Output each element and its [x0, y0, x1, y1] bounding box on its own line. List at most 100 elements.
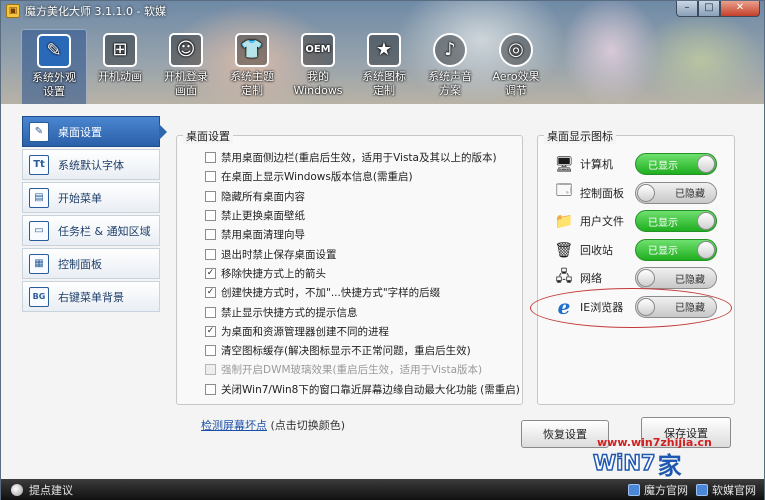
option-checkbox[interactable]: ✓	[205, 287, 216, 299]
app-logo-icon: ▣	[6, 4, 20, 18]
ie-highlight-circle	[530, 288, 732, 328]
title-bar: ▣ 魔方美化大师 3.1.1.0 - 软媒 – □ ✕	[1, 1, 764, 21]
feedback-label: 提点建议	[29, 484, 73, 497]
desktop-option[interactable]: ✓ 创建快捷方式时，不加"...快捷方式"字样的后缀	[205, 283, 522, 302]
aero-disc-icon: ◎	[499, 33, 533, 67]
maximize-button[interactable]: □	[698, 1, 720, 17]
feedback-link[interactable]: 提点建议	[11, 482, 73, 498]
desktop-option[interactable]: 隐藏所有桌面内容	[205, 187, 522, 206]
restore-settings-button[interactable]: 恢复设置	[521, 420, 609, 448]
minimize-button[interactable]: –	[676, 1, 698, 17]
option-checkbox[interactable]	[205, 171, 216, 183]
option-checkbox[interactable]	[205, 190, 216, 202]
option-checkbox[interactable]	[205, 306, 216, 318]
nav-login-screen[interactable]: ☺ 开机登录 画面	[153, 29, 219, 103]
option-checkbox[interactable]	[205, 345, 216, 357]
user-folder-icon: 📁	[554, 212, 574, 231]
icon-label: 控制面板	[580, 186, 624, 200]
link-label: 魔方官网	[644, 484, 688, 497]
desktop-option[interactable]: 退出时禁止保存桌面设置	[205, 244, 522, 263]
option-label: 隐藏所有桌面内容	[221, 190, 305, 203]
watermark-logo: WiN7 家	[592, 448, 743, 479]
brush-icon: ✎	[37, 34, 71, 68]
sidebar-item-label: 系统默认字体	[58, 158, 124, 172]
option-checkbox[interactable]	[205, 383, 216, 395]
nav-boot-animation[interactable]: ⊞ 开机动画	[87, 29, 153, 103]
toggle-knob	[697, 212, 715, 231]
nav-theme-custom[interactable]: 👕 系统主题 定制	[219, 29, 285, 103]
icon-label: 计算机	[580, 158, 613, 172]
top-nav: ✎ 系统外观 设置 ⊞ 开机动画 ☺ 开机登录 画面 👕 系统主题 定制 OEM…	[21, 29, 549, 104]
option-label: 退出时禁止保存桌面设置	[221, 248, 337, 261]
watermark-brand: WiN7	[592, 450, 656, 476]
sidebar-item-taskbar[interactable]: ▭ 任务栏 & 通知区域	[22, 215, 160, 246]
option-label: 创建快捷方式时，不加"...快捷方式"字样的后缀	[221, 287, 441, 300]
visibility-toggle[interactable]: 已显示	[635, 238, 717, 261]
nav-sound-scheme[interactable]: ♪ 系统声音 方案	[417, 29, 483, 103]
sidebar-item-label: 开始菜单	[58, 191, 102, 205]
app-window: ▣ 魔方美化大师 3.1.1.0 - 软媒 – □ ✕ ✎ 系统外观 设置 ⊞ …	[0, 0, 765, 500]
desktop-settings-icon: ✎	[29, 121, 49, 142]
desktop-option[interactable]: ✓ 为桌面和资源管理器创建不同的进程	[205, 322, 522, 341]
sidebar-item-label: 右键菜单背景	[58, 290, 124, 304]
option-checkbox[interactable]	[205, 229, 216, 241]
desktop-option[interactable]: 禁用桌面清理向导	[205, 225, 522, 244]
option-label: 为桌面和资源管理器创建不同的进程	[221, 325, 389, 338]
option-checkbox[interactable]: ✓	[205, 267, 216, 279]
lightbulb-icon	[11, 484, 23, 496]
toggle-state-label: 已隐藏	[675, 274, 705, 286]
nav-my-windows[interactable]: OEM 我的 Windows	[285, 29, 351, 103]
desktop-settings-group: 桌面设置 禁用桌面侧边栏(重启后生效，适用于Vista及其以上的版本) 在桌面上显…	[176, 128, 523, 405]
screen-dead-pixel-link[interactable]: 检测屏幕坏点	[201, 419, 267, 432]
desktop-option[interactable]: 禁用桌面侧边栏(重启后生效，适用于Vista及其以上的版本)	[205, 148, 522, 167]
option-label: 禁用桌面清理向导	[221, 229, 305, 242]
status-links: 魔方官网 软媒官网	[620, 482, 756, 498]
visibility-toggle[interactable]: 已隐藏	[635, 181, 717, 204]
desktop-option[interactable]: 在桌面上显示Windows版本信息(需重启)	[205, 167, 522, 186]
window-title: 魔方美化大师 3.1.1.0 - 软媒	[25, 5, 166, 18]
desktop-option[interactable]: 关闭Win7/Win8下的窗口靠近屏幕边缘自动最大化功能 (需重启)	[205, 380, 522, 399]
sidebar-item-desktop-settings[interactable]: ✎ 桌面设置	[22, 116, 167, 147]
link-hint: (点击切换颜色)	[270, 419, 346, 432]
desktop-icon-row: 🖥 计算机 已显示	[553, 150, 734, 179]
option-label: 清空图标缓存(解决图标显示不正常问题，重启后生效)	[221, 345, 471, 358]
sidebar-item-default-font[interactable]: Tt 系统默认字体	[22, 149, 160, 180]
visibility-toggle[interactable]: 已显示	[635, 210, 717, 233]
sidebar-item-context-menu[interactable]: BG 右键菜单背景	[22, 281, 160, 312]
nav-label: 系统图标 定制	[362, 70, 406, 97]
visibility-toggle[interactable]: 已显示	[635, 153, 717, 176]
toggle-knob	[637, 183, 655, 202]
option-checkbox[interactable]	[205, 210, 216, 222]
nav-label: 系统声音 方案	[428, 70, 472, 97]
option-checkbox[interactable]	[205, 152, 216, 164]
control-panel-icon: ▦	[29, 253, 49, 274]
desktop-option: 强制开启DWM玻璃效果(重启后生效，适用于Vista版本)	[205, 360, 522, 379]
desktop-option[interactable]: ✓ 移除快捷方式上的箭头	[205, 264, 522, 283]
context-menu-icon: BG	[29, 286, 49, 307]
visibility-toggle[interactable]: 已隐藏	[635, 267, 717, 290]
toggle-knob	[637, 269, 655, 288]
nav-aero-effect[interactable]: ◎ Aero效果 调节	[483, 29, 549, 103]
option-label: 强制开启DWM玻璃效果(重启后生效，适用于Vista版本)	[221, 364, 483, 377]
desktop-option[interactable]: 禁止更换桌面壁纸	[205, 206, 522, 225]
sidebar: ✎ 桌面设置 Tt 系统默认字体 ▤ 开始菜单 ▭ 任务栏 & 通知区域 ▦ 控…	[22, 116, 167, 314]
sidebar-item-start-menu[interactable]: ▤ 开始菜单	[22, 182, 160, 213]
desktop-option[interactable]: 清空图标缓存(解决图标显示不正常问题，重启后生效)	[205, 341, 522, 360]
nav-icon-custom[interactable]: ★ 系统图标 定制	[351, 29, 417, 103]
close-button[interactable]: ✕	[720, 1, 760, 17]
star-icon: ★	[367, 33, 401, 67]
desktop-option[interactable]: 禁止显示快捷方式的提示信息	[205, 302, 522, 321]
mofang-site-link[interactable]: 魔方官网	[628, 482, 688, 498]
option-checkbox[interactable]	[205, 248, 216, 260]
nav-label: 开机登录 画面	[164, 70, 208, 97]
nav-appearance-settings[interactable]: ✎ 系统外观 设置	[21, 29, 87, 104]
sidebar-item-control-panel[interactable]: ▦ 控制面板	[22, 248, 160, 279]
option-label: 在桌面上显示Windows版本信息(需重启)	[221, 171, 413, 184]
ruanmei-site-link[interactable]: 软媒官网	[696, 482, 756, 498]
toggle-state-label: 已显示	[648, 217, 678, 229]
option-label: 禁止更换桌面壁纸	[221, 210, 305, 223]
font-icon: Tt	[29, 154, 49, 175]
option-checkbox[interactable]: ✓	[205, 325, 216, 337]
nav-label: 系统外观 设置	[32, 71, 76, 98]
oem-icon: OEM	[301, 33, 335, 67]
